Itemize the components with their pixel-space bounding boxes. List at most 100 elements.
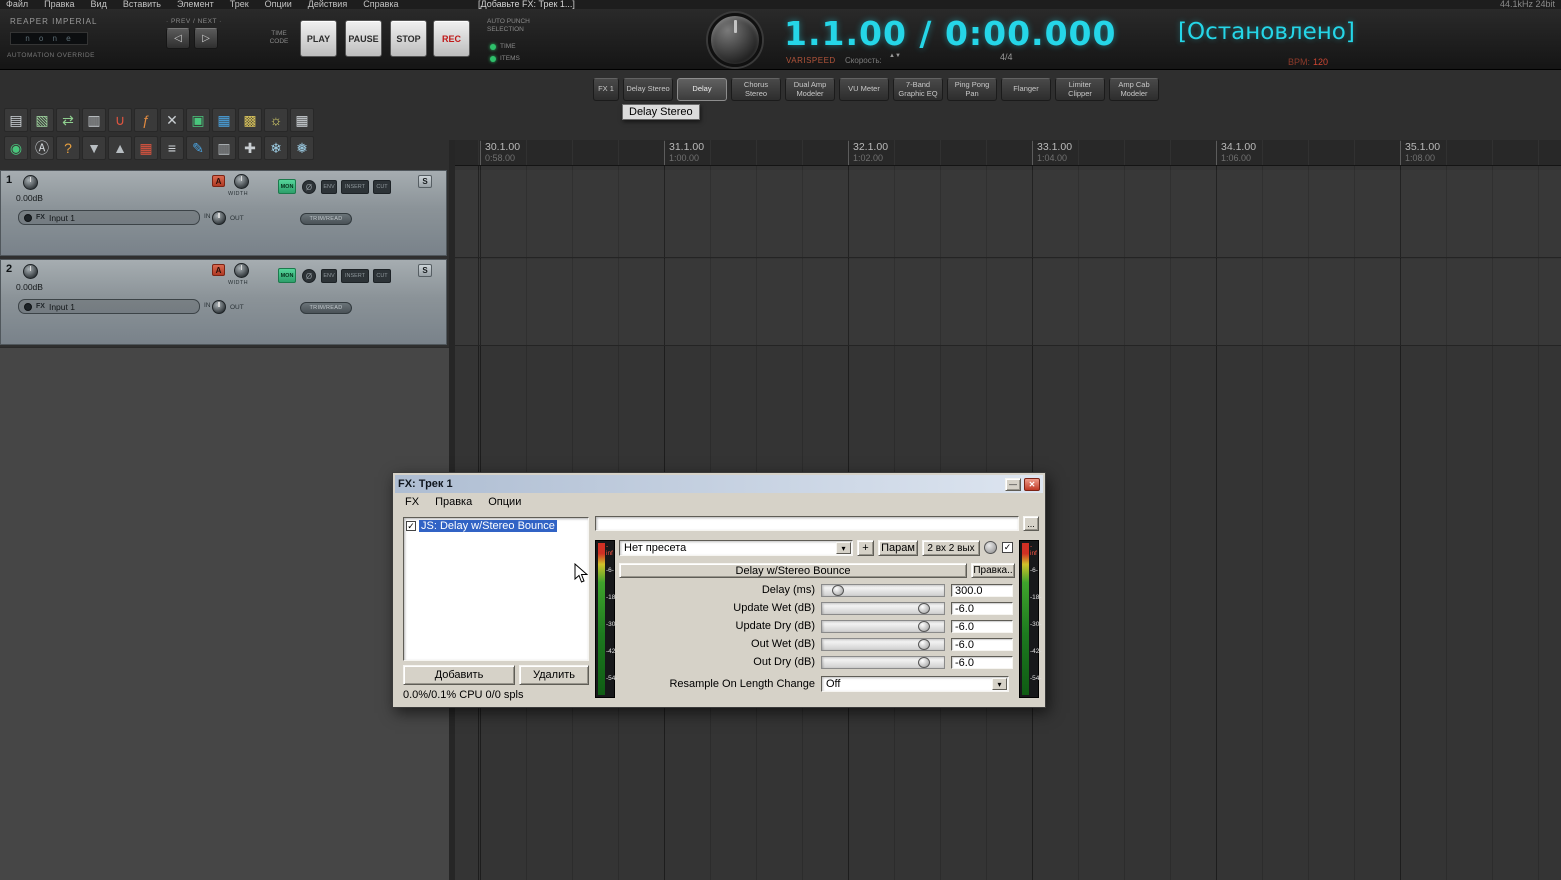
bpm-display[interactable]: BPM: 120 — [1288, 57, 1328, 67]
fx-shortcut-button[interactable]: Delay Stereo — [623, 78, 673, 101]
expand-tracks-icon[interactable]: ▲ — [108, 136, 132, 160]
out-knob[interactable] — [212, 300, 226, 314]
menubar-item-5[interactable]: Трек — [230, 0, 249, 9]
menubar-item-4[interactable]: Элемент — [177, 0, 214, 9]
bypass-checkbox[interactable] — [1002, 542, 1013, 553]
envelope-button[interactable]: ENV — [321, 180, 337, 194]
fx-chain-window[interactable]: FX: Трек 1 — ✕ FXПравкаОпции JS: Delay w… — [392, 472, 1046, 708]
width-knob[interactable] — [234, 174, 249, 189]
meter-icon[interactable]: ▥ — [212, 136, 236, 160]
monitor-fx-icon[interactable]: ◉ — [4, 136, 28, 160]
fx-shortcut-button[interactable]: Limiter Clipper — [1055, 78, 1105, 101]
fx-enabled-checkbox[interactable] — [406, 520, 416, 531]
record-arm-icon[interactable] — [24, 213, 32, 222]
menubar-item-2[interactable]: Вид — [91, 0, 107, 9]
slider-value[interactable]: -6.0 — [951, 602, 1013, 615]
next-marker-button[interactable]: ▷ — [194, 28, 218, 49]
track-list-empty-area[interactable] — [0, 347, 449, 880]
slider-thumb[interactable] — [918, 621, 930, 632]
automation-button[interactable]: A — [212, 175, 225, 187]
fx-label[interactable]: FX — [36, 303, 45, 310]
dialog-titlebar[interactable]: FX: Трек 1 — ✕ — [395, 475, 1043, 493]
fx-label[interactable]: FX — [36, 214, 45, 221]
open-project-icon[interactable]: ▧ — [30, 108, 54, 132]
envelope-button[interactable]: ENV — [321, 269, 337, 283]
preset-plus-button[interactable]: + — [857, 540, 874, 556]
menubar-item-1[interactable]: Правка — [44, 0, 74, 9]
crossfade-icon[interactable]: ✕ — [160, 108, 184, 132]
snap-magnet-icon[interactable]: ∪ — [108, 108, 132, 132]
slider-value[interactable]: -6.0 — [951, 638, 1013, 651]
play-button[interactable]: PLAY — [300, 20, 337, 57]
volume-knob[interactable] — [23, 264, 38, 279]
fx-shortcut-button[interactable]: Ping Pong Pan — [947, 78, 997, 101]
menubar-item-8[interactable]: Справка — [363, 0, 398, 9]
color-palette-icon[interactable]: ▦ — [134, 136, 158, 160]
automation-button[interactable]: A — [212, 264, 225, 276]
fx-chain-list[interactable]: JS: Delay w/Stereo Bounce — [403, 517, 589, 661]
slider-value[interactable]: -6.0 — [951, 656, 1013, 669]
track-panel[interactable]: 1 0.00dB FX Input 1 IN A WIDTH OUT MON Ø ENV INSERT… — [0, 170, 447, 256]
record-button[interactable]: REC — [433, 20, 470, 57]
slider-track[interactable] — [821, 602, 945, 615]
track-panel[interactable]: 2 0.00dB FX Input 1 IN A WIDTH OUT MON Ø ENV INSERT… — [0, 259, 447, 345]
browse-button[interactable]: ... — [1023, 516, 1039, 531]
track-lane-1[interactable] — [455, 170, 1561, 258]
new-project-icon[interactable]: ▤ — [4, 108, 28, 132]
slider-thumb[interactable] — [918, 603, 930, 614]
cut-button[interactable]: CUT — [373, 269, 391, 283]
slider-track[interactable] — [821, 638, 945, 651]
out-knob[interactable] — [212, 211, 226, 225]
fx-shortcut-button[interactable]: VU Meter — [839, 78, 889, 101]
fx-shortcut-button[interactable]: Amp Cab Modeler — [1109, 78, 1159, 101]
edit-pencil-icon[interactable]: ✎ — [186, 136, 210, 160]
freeze-icon[interactable]: ❄ — [264, 136, 288, 160]
slider-thumb[interactable] — [918, 657, 930, 668]
slider-track[interactable] — [821, 656, 945, 669]
plugin-edit-button[interactable]: Правка.. — [971, 563, 1015, 578]
menubar-item-6[interactable]: Опции — [265, 0, 292, 9]
time-signature[interactable]: 4/4 — [1000, 52, 1013, 62]
wet-dry-knob[interactable] — [984, 541, 997, 554]
menubar-item-0[interactable]: Файл — [6, 0, 28, 9]
phase-button[interactable]: Ø — [302, 269, 316, 283]
cut-button[interactable]: CUT — [373, 180, 391, 194]
minimize-icon[interactable]: — — [1005, 477, 1021, 491]
slider-value[interactable]: 300.0 — [951, 584, 1013, 597]
help-icon[interactable]: ? — [56, 136, 80, 160]
slider-thumb[interactable] — [832, 585, 844, 596]
matrix-icon[interactable]: ▦ — [290, 108, 314, 132]
trim-read-button[interactable]: TRIM/READ — [300, 302, 352, 314]
grid-icon[interactable]: ▩ — [238, 108, 262, 132]
delete-fx-button[interactable]: Удалить — [519, 665, 589, 685]
brightness-icon[interactable]: ☼ — [264, 108, 288, 132]
punch-items-option[interactable]: ITEMS — [490, 55, 520, 62]
close-icon[interactable]: ✕ — [1024, 477, 1040, 491]
tools-icon[interactable]: ✚ — [238, 136, 262, 160]
slider-thumb[interactable] — [918, 639, 930, 650]
timeline-ruler[interactable]: 30.1.00 0:58.00 31.1.00 1:00.00 32.1.00 1:02.… — [455, 140, 1561, 166]
fx-shortcut-button[interactable]: FX 1 — [593, 78, 619, 101]
freeze-alt-icon[interactable]: ❅ — [290, 136, 314, 160]
playrate-knob[interactable] — [708, 13, 762, 67]
dialog-menu-item-2[interactable]: Опции — [480, 496, 529, 508]
fx-shortcut-button[interactable]: 7-Band Graphic EQ — [893, 78, 943, 101]
fx-shortcut-button[interactable]: Dual Amp Modeler — [785, 78, 835, 101]
preset-dropdown[interactable]: Нет пресета — [619, 540, 853, 556]
punch-time-option[interactable]: TIME — [490, 43, 516, 50]
insert-button[interactable]: INSERT — [341, 180, 369, 194]
stop-button[interactable]: STOP — [390, 20, 427, 57]
dialog-menu-item-1[interactable]: Правка — [427, 496, 480, 508]
menubar-item-3[interactable]: Вставить — [123, 0, 161, 9]
param-button[interactable]: Парам — [878, 540, 918, 556]
trim-read-button[interactable]: TRIM/READ — [300, 213, 352, 225]
add-fx-button[interactable]: Добавить — [403, 665, 515, 685]
transport-position[interactable]: 1.1.00 / 0:00.000 — [784, 14, 1116, 53]
fx-shortcut-button[interactable]: Delay — [677, 78, 727, 101]
track-lane-2[interactable] — [455, 259, 1561, 346]
dialog-menu-item-0[interactable]: FX — [397, 496, 427, 508]
monitor-button[interactable]: MON — [278, 179, 296, 194]
render-icon[interactable]: ▥ — [82, 108, 106, 132]
insert-button[interactable]: INSERT — [341, 269, 369, 283]
resample-dropdown[interactable]: Off — [821, 676, 1009, 692]
